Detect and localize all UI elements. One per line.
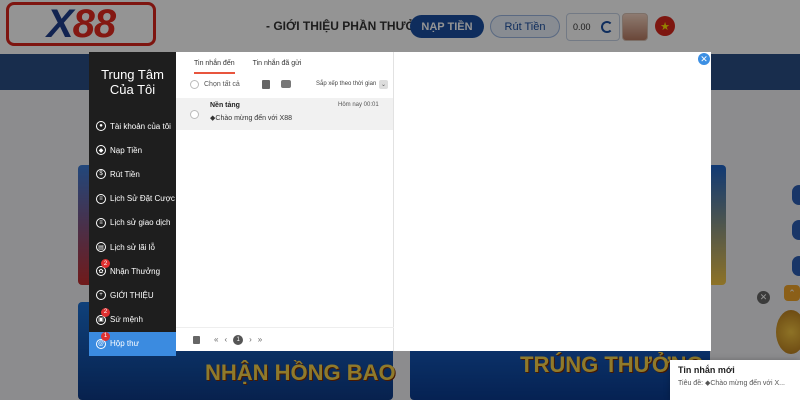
sidebar-item-bet-history[interactable]: ≡ Lịch Sử Đặt Cược [89, 187, 176, 211]
sidebar-item-missions[interactable]: 2 ▣ Sứ mệnh [89, 307, 176, 332]
prev-page-button[interactable]: ‹ [224, 335, 227, 344]
account-sidebar: Trung Tâm Của Tôi ● Tài khoản của tôi ◆ Nạ… [89, 52, 176, 356]
sidebar-item-label: Nạp Tiền [110, 145, 143, 155]
inbox-badge: 1 [101, 331, 110, 341]
sidebar-item-label: Sứ mệnh [110, 315, 143, 325]
list-footer: « ‹ 1 › » [176, 327, 394, 351]
toast-title: Tin nhắn mới [678, 365, 735, 375]
close-icon[interactable]: ✕ [698, 53, 710, 65]
sidebar-item-label: Nhận Thưởng [110, 266, 161, 276]
tab-inbox[interactable]: Tin nhắn đến [194, 52, 235, 74]
sidebar-item-label: Rút Tiền [110, 169, 140, 179]
sidebar-item-label: Lịch sử lãi lỗ [110, 242, 155, 252]
message-subject: ◆Chào mừng đến với X88 [210, 115, 292, 122]
sidebar-title: Trung Tâm Của Tôi [101, 67, 164, 97]
message-time: Hôm nay 00:01 [338, 102, 379, 108]
new-message-toast[interactable]: Tin nhắn mới Tiêu đề: ◆Chào mừng đến với… [670, 360, 800, 400]
trash-icon[interactable] [262, 80, 270, 89]
message-list-panel: Tin nhắn đến Tin nhắn đã gửi Chọn tất cả… [176, 52, 394, 351]
sidebar-item-withdraw[interactable]: $ Rút Tiền [89, 162, 176, 186]
last-page-button[interactable]: » [258, 335, 262, 344]
chart-icon: ▤ [96, 242, 106, 253]
rewards-badge: 2 [101, 259, 110, 269]
select-all-label[interactable]: Chọn tất cả [204, 81, 240, 88]
sidebar-item-deposit[interactable]: ◆ Nạp Tiền [89, 138, 176, 162]
clipboard-icon: ≡ [96, 193, 106, 204]
referral-icon: + [96, 290, 106, 301]
chevron-down-icon[interactable]: ⌄ [379, 80, 388, 89]
message-row[interactable]: Nền tảng Hôm nay 00:01 ◆Chào mừng đến vớ… [176, 98, 393, 130]
sidebar-item-label: Lịch Sử Đặt Cược [110, 194, 175, 204]
pagination: « ‹ 1 › » [214, 334, 262, 345]
sidebar-item-inbox[interactable]: 1 @ Hộp thư [89, 331, 176, 356]
wallet-icon: $ [96, 169, 106, 180]
sidebar-item-account[interactable]: ● Tài khoản của tôi [89, 114, 176, 138]
document-icon: ≡ [96, 217, 106, 228]
sidebar-item-label: Hộp thư [110, 339, 139, 349]
tab-sent[interactable]: Tin nhắn đã gửi [253, 52, 302, 74]
sidebar-item-transactions[interactable]: ≡ Lịch sử giao dịch [89, 211, 176, 235]
sidebar-item-label: Tài khoản của tôi [110, 121, 171, 131]
account-center-modal: Trung Tâm Của Tôi ● Tài khoản của tôi ◆ Nạ… [89, 52, 711, 356]
message-toolbar: Chọn tất cả Sắp xếp theo thời gian ⌄ [176, 74, 393, 94]
sidebar-item-profit-loss[interactable]: ▤ Lịch sử lãi lỗ [89, 235, 176, 259]
sort-label[interactable]: Sắp xếp theo thời gian [316, 81, 376, 87]
tag-icon: ◆ [96, 145, 106, 156]
sidebar-item-rewards[interactable]: 2 ✿ Nhận Thưởng [89, 259, 176, 283]
message-checkbox[interactable] [190, 110, 199, 119]
missions-badge: 2 [101, 307, 110, 317]
next-page-button[interactable]: › [249, 335, 252, 344]
sidebar-item-label: Lịch sử giao dịch [110, 218, 171, 228]
message-detail-panel [394, 52, 711, 351]
sidebar-item-referral[interactable]: + GIỚI THIỆU [89, 283, 176, 307]
toast-body: Tiêu đề: ◆Chào mừng đến với X... [678, 380, 786, 387]
delete-icon[interactable] [193, 335, 200, 344]
select-all-checkbox[interactable] [190, 79, 199, 89]
message-tabs: Tin nhắn đến Tin nhắn đã gửi [176, 52, 393, 74]
message-sender: Nền tảng [210, 102, 240, 109]
user-icon: ● [96, 121, 106, 132]
page-number[interactable]: 1 [233, 334, 244, 345]
first-page-button[interactable]: « [214, 335, 218, 344]
mark-read-icon[interactable] [281, 80, 291, 88]
sidebar-item-label: GIỚI THIỆU [110, 290, 154, 300]
